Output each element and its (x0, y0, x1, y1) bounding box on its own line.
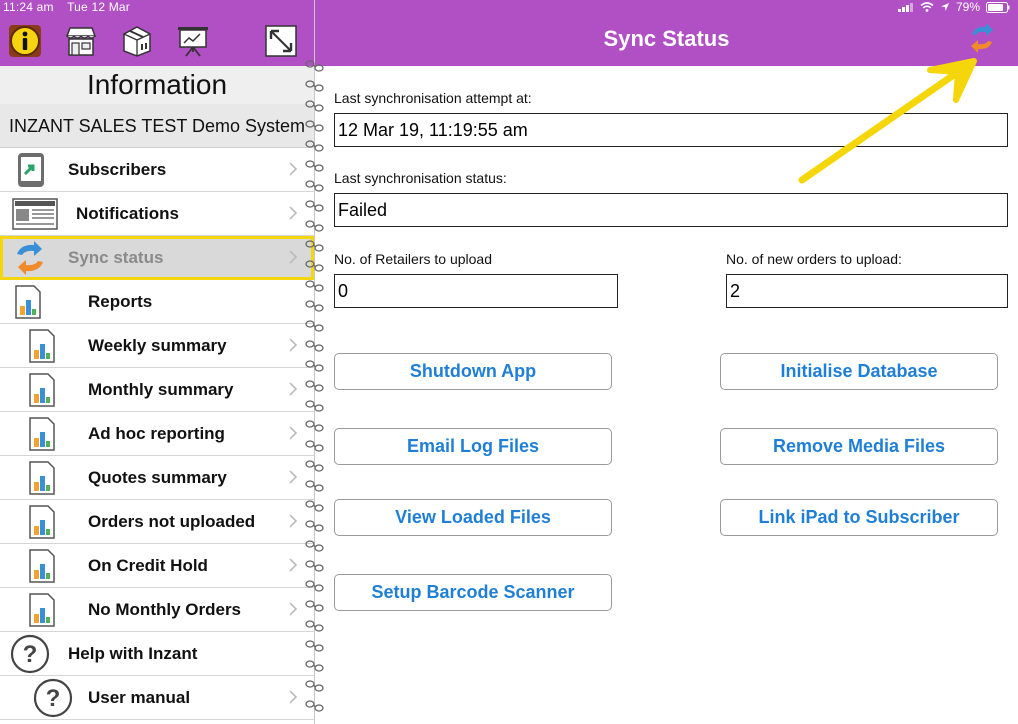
signal-icon (897, 3, 913, 12)
sidebar-item-on-credit-hold[interactable]: On Credit Hold (0, 544, 314, 588)
svg-text:?: ? (46, 685, 61, 712)
battery-icon (986, 1, 1010, 13)
status-date: Tue 12 Mar (67, 0, 130, 14)
sync-status-panel: Last synchronisation attempt at: 12 Mar … (315, 66, 1018, 724)
package-button[interactable] (120, 24, 154, 58)
chevron-right-icon (289, 250, 298, 264)
sidebar-item-monthly-summary[interactable]: Monthly summary (0, 368, 314, 412)
help-icon: ? (10, 634, 50, 674)
report-icon (29, 505, 55, 539)
last-attempt-label: Last synchronisation attempt at: (334, 90, 532, 106)
expand-icon (265, 25, 297, 57)
report-icon (29, 461, 55, 495)
sidebar-item-label: No Monthly Orders (88, 599, 242, 619)
sidebar-item-label: Reports (88, 291, 153, 311)
sidebar-item-sync-status[interactable]: Sync status (0, 236, 314, 280)
main-header: 79% Sync Status (315, 0, 1018, 66)
sidebar-item-no-monthly-orders[interactable]: No Monthly Orders (0, 588, 314, 632)
status-time: 11:24 am (3, 0, 54, 14)
status-bar-right: 79% (897, 0, 1010, 14)
sidebar-item-label: Quotes summary (88, 467, 227, 487)
location-icon (940, 3, 949, 11)
setup-barcode-scanner-button[interactable]: Setup Barcode Scanner (334, 574, 612, 611)
sync-now-button[interactable] (966, 22, 998, 54)
system-name: INZANT SALES TEST Demo System (0, 104, 314, 148)
sidebar-item-reports[interactable]: Reports (0, 280, 314, 324)
package-icon (123, 26, 151, 57)
sidebar-item-quotes-summary[interactable]: Quotes summary (0, 456, 314, 500)
expand-button[interactable] (264, 24, 298, 58)
tablet-icon (18, 153, 44, 187)
initialise-database-button[interactable]: Initialise Database (720, 353, 998, 390)
orders-label: No. of new orders to upload: (726, 251, 902, 267)
last-status-field: Failed (334, 193, 1008, 227)
store-button[interactable] (64, 24, 98, 58)
app-root: 11:24 am Tue 12 Mar 79% Sync Status Info… (0, 0, 1018, 724)
report-icon (29, 593, 55, 627)
sidebar-item-ad-hoc-reporting[interactable]: Ad hoc reporting (0, 412, 314, 456)
retailers-field: 0 (334, 274, 618, 308)
presentation-icon (178, 27, 208, 57)
orders-field: 2 (726, 274, 1008, 308)
sidebar-item-label: Monthly summary (88, 379, 234, 399)
sidebar-header: 11:24 am Tue 12 Mar (0, 0, 314, 66)
retailers-label: No. of Retailers to upload (334, 251, 492, 267)
chevron-right-icon (289, 514, 298, 528)
sidebar-item-weekly-summary[interactable]: Weekly summary (0, 324, 314, 368)
chevron-right-icon (289, 382, 298, 396)
sidebar-item-label: Ad hoc reporting (88, 423, 225, 443)
sidebar-item-label: User manual (88, 687, 191, 707)
remove-media-files-button[interactable]: Remove Media Files (720, 428, 998, 465)
chevron-right-icon (289, 470, 298, 484)
sidebar-item-label: Weekly summary (88, 335, 227, 355)
sidebar-item-label: Notifications (76, 203, 179, 223)
chevron-right-icon (289, 558, 298, 572)
report-icon (29, 549, 55, 583)
report-icon (29, 373, 55, 407)
svg-text:?: ? (23, 641, 38, 668)
help-icon: ? (33, 678, 73, 718)
sidebar-item-orders-not-uploaded[interactable]: Orders not uploaded (0, 500, 314, 544)
sidebar-item-subscribers[interactable]: Subscribers (0, 148, 314, 192)
chevron-right-icon (289, 162, 298, 176)
link-ipad-button[interactable]: Link iPad to Subscriber (720, 499, 998, 536)
report-icon (15, 285, 41, 319)
store-icon (65, 27, 97, 56)
sidebar: Information INZANT SALES TEST Demo Syste… (0, 66, 314, 724)
sidebar-item-label: Sync status (68, 247, 164, 267)
last-status-label: Last synchronisation status: (334, 170, 507, 186)
email-log-files-button[interactable]: Email Log Files (334, 428, 612, 465)
status-bar-left: 11:24 am Tue 12 Mar (3, 0, 140, 14)
newspaper-icon (12, 198, 58, 230)
sidebar-item-notifications[interactable]: Notifications (0, 192, 314, 236)
sidebar-item-help-with-inzant[interactable]: ? Help with Inzant (0, 632, 314, 676)
chevron-right-icon (289, 338, 298, 352)
chevron-right-icon (289, 206, 298, 220)
wifi-icon (920, 2, 934, 12)
sync-icon (971, 23, 993, 53)
last-attempt-field: 12 Mar 19, 11:19:55 am (334, 113, 1008, 147)
sync-icon (17, 241, 43, 275)
sidebar-item-label: Help with Inzant (68, 643, 198, 663)
sidebar-item-label: On Credit Hold (88, 555, 208, 575)
chevron-right-icon (289, 602, 298, 616)
sidebar-item-label: Orders not uploaded (88, 511, 256, 531)
sidebar-item-label: Subscribers (68, 159, 167, 179)
battery-percent: 79% (955, 0, 980, 14)
sidebar-title: Information (0, 66, 314, 104)
report-icon (29, 329, 55, 363)
chevron-right-icon (289, 426, 298, 440)
shutdown-app-button[interactable]: Shutdown App (334, 353, 612, 390)
presentation-button[interactable] (176, 24, 210, 58)
info-icon (9, 25, 41, 57)
report-icon (29, 417, 55, 451)
info-button[interactable] (8, 24, 42, 58)
view-loaded-files-button[interactable]: View Loaded Files (334, 499, 612, 536)
chevron-right-icon (289, 690, 298, 704)
sidebar-item-user-manual[interactable]: ? User manual (0, 676, 314, 720)
page-title: Sync Status (603, 26, 730, 51)
